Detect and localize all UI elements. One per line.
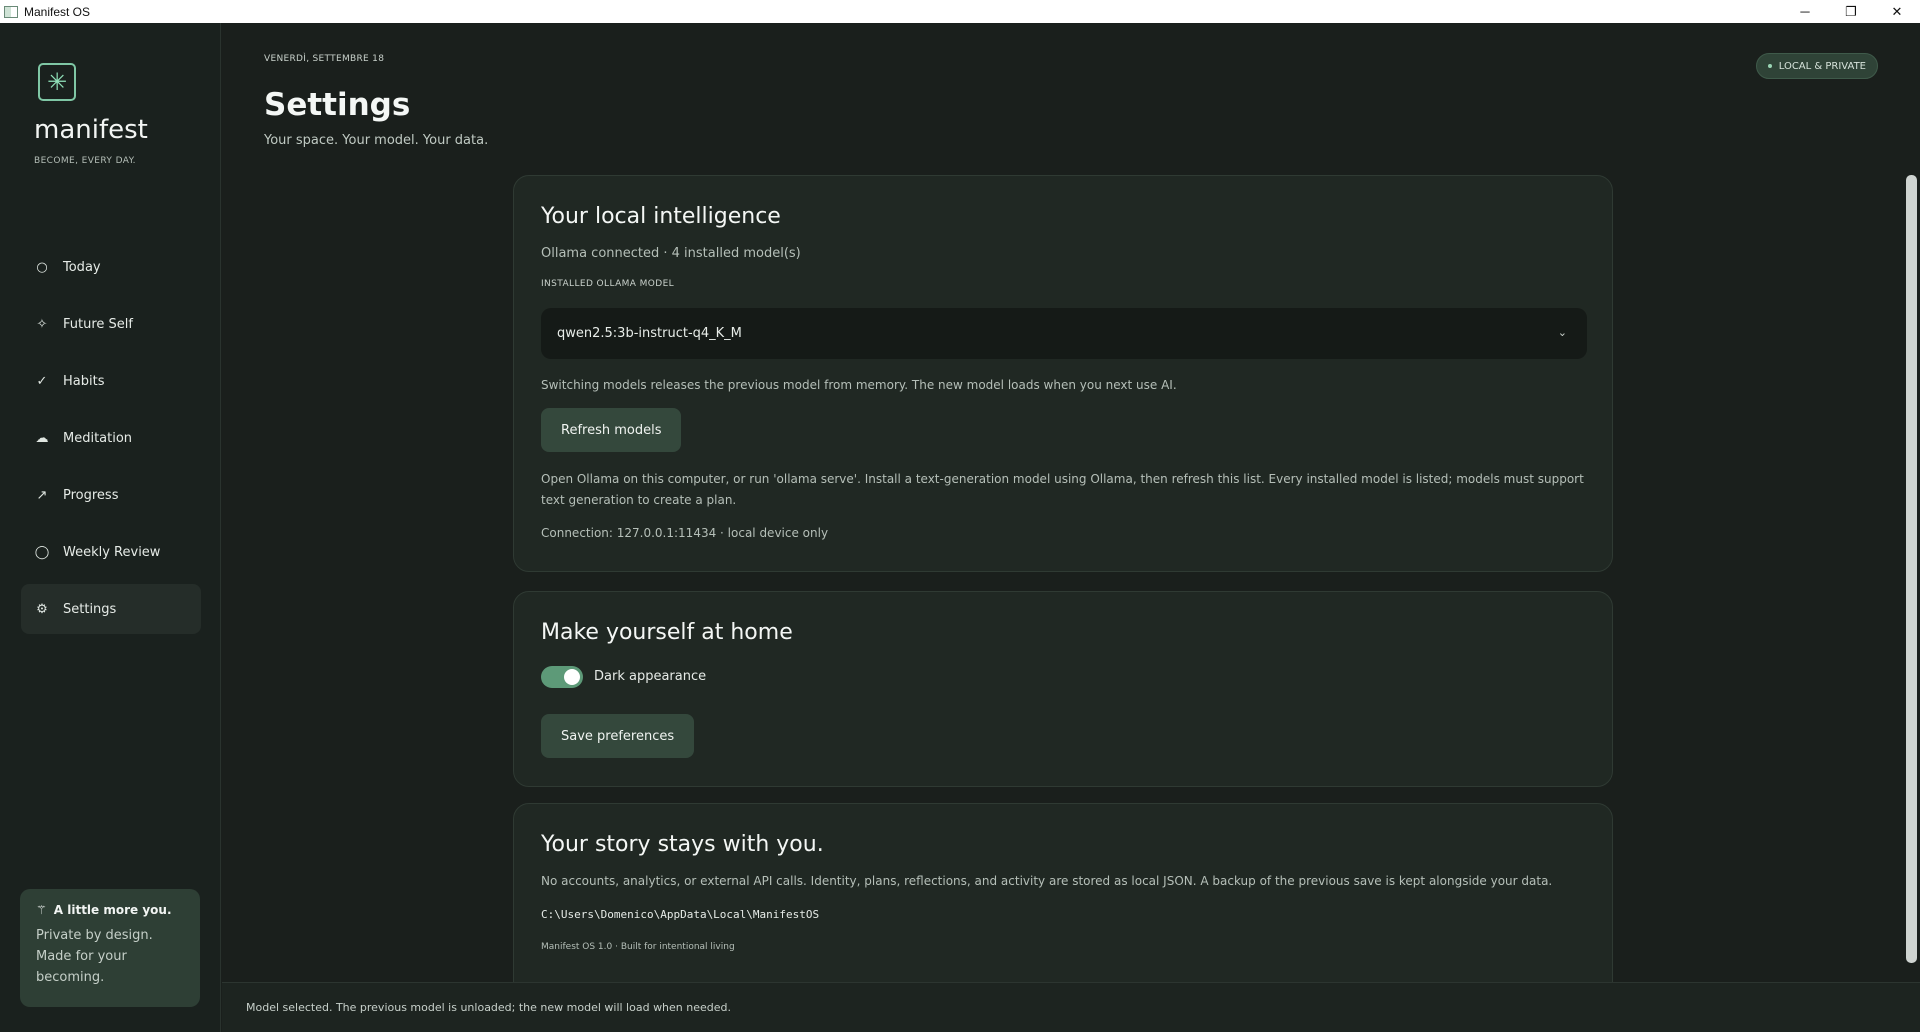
model-field-label: INSTALLED OLLAMA MODEL [541,279,675,289]
circle-icon: ○ [36,259,48,275]
sidebar-card-body: Private by design. Made for your becomin… [36,928,153,985]
privacy-badge: LOCAL & PRIVATE [1755,53,1878,79]
cloud-icon: ☁ [35,430,49,446]
page-subtitle: Your space. Your model. Your data. [264,133,489,148]
minimize-button[interactable]: ─ [1782,0,1828,23]
sidebar-item-label: Weekly Review [63,544,161,560]
ring-icon: ◯ [34,544,50,560]
checkmark-icon: ✓ [36,373,48,389]
chevron-down-icon: ⌄ [1557,326,1567,339]
card-title: Your local intelligence [541,204,781,229]
card-title: Make yourself at home [541,620,793,645]
refresh-models-button[interactable]: Refresh models [541,408,682,452]
close-button[interactable]: ✕ [1874,0,1920,23]
sidebar-item-label: Future Self [63,316,133,332]
appearance-card: Make yourself at home Dark appearance Sa… [513,591,1613,787]
sidebar-item-label: Meditation [63,430,133,446]
switch-note: Switching models releases the previous m… [541,378,1177,392]
app-icon [4,5,18,18]
scrollbar-thumb[interactable] [1906,175,1917,963]
trend-arrow-icon: ↗ [36,487,48,503]
toggle-knob [564,669,580,685]
sidebar-item-label: Progress [63,487,119,503]
page-title: Settings [264,87,411,123]
maximize-button[interactable]: ❐ [1828,0,1874,23]
plant-icon: ⚚ [36,903,47,917]
local-intelligence-card: Your local intelligence Ollama connected… [513,175,1613,572]
sidebar-card-title-text: A little more you. [53,903,172,917]
sidebar-item-future-self[interactable]: ✧ Future Self [21,299,201,349]
version-label: Manifest OS 1.0 · Built for intentional … [541,942,735,952]
gear-icon: ⚙ [36,601,48,617]
sidebar-item-meditation[interactable]: ☁ Meditation [21,413,201,463]
logo-icon: ✳ [38,63,76,101]
brand-name: manifest [34,115,148,145]
status-message: Model selected. The previous model is un… [246,1001,732,1014]
dark-appearance-label: Dark appearance [594,669,707,684]
sidebar-item-progress[interactable]: ↗ Progress [21,470,201,520]
dark-appearance-toggle[interactable] [541,666,583,688]
ollama-status: Ollama connected · 4 installed model(s) [541,246,801,261]
privacy-card: Your story stays with you. No accounts, … [513,803,1613,993]
sparkle-icon: ✧ [36,316,48,332]
sidebar-item-today[interactable]: ○ Today [21,242,201,292]
status-dot-icon [1767,64,1772,68]
sidebar-item-label: Habits [63,373,105,389]
card-title: Your story stays with you. [541,832,824,857]
sidebar-item-weekly-review[interactable]: ◯ Weekly Review [21,527,201,577]
window-titlebar: Manifest OS ─ ❐ ✕ [0,0,1920,23]
sidebar-item-habits[interactable]: ✓ Habits [21,356,201,406]
connection-info: Connection: 127.0.0.1:11434 · local devi… [541,526,829,540]
model-select[interactable]: qwen2.5:3b-instruct-q4_K_M ⌄ [541,308,1587,359]
sidebar-card-title: ⚚ A little more you. [36,903,184,917]
sidebar-item-label: Today [63,259,101,275]
save-preferences-button[interactable]: Save preferences [541,714,695,758]
ollama-help-text: Open Ollama on this computer, or run 'ol… [541,472,1584,507]
status-bar: Model selected. The previous model is un… [222,982,1920,1032]
sidebar-nav: ○ Today ✧ Future Self ✓ Habits ☁ Meditat… [21,242,201,641]
window-title: Manifest OS [24,4,91,19]
window-controls: ─ ❐ ✕ [1782,0,1920,23]
sidebar-item-settings[interactable]: ⚙ Settings [21,584,201,634]
date-label: VENERDÌ, SETTEMBRE 18 [264,54,385,64]
sidebar: ✳ manifest BECOME, EVERY DAY. ○ Today ✧ … [0,23,221,1032]
data-path: C:\Users\Domenico\AppData\Local\Manifest… [541,908,820,921]
model-select-value: qwen2.5:3b-instruct-q4_K_M [557,326,742,341]
sidebar-info-card: ⚚ A little more you. Private by design. … [20,889,200,1007]
sidebar-item-label: Settings [63,601,117,617]
privacy-badge-label: LOCAL & PRIVATE [1778,60,1866,72]
privacy-description: No accounts, analytics, or external API … [541,874,1553,888]
brand-tagline: BECOME, EVERY DAY. [34,156,136,166]
main-content: VENERDÌ, SETTEMBRE 18 Settings Your spac… [222,23,1920,1032]
